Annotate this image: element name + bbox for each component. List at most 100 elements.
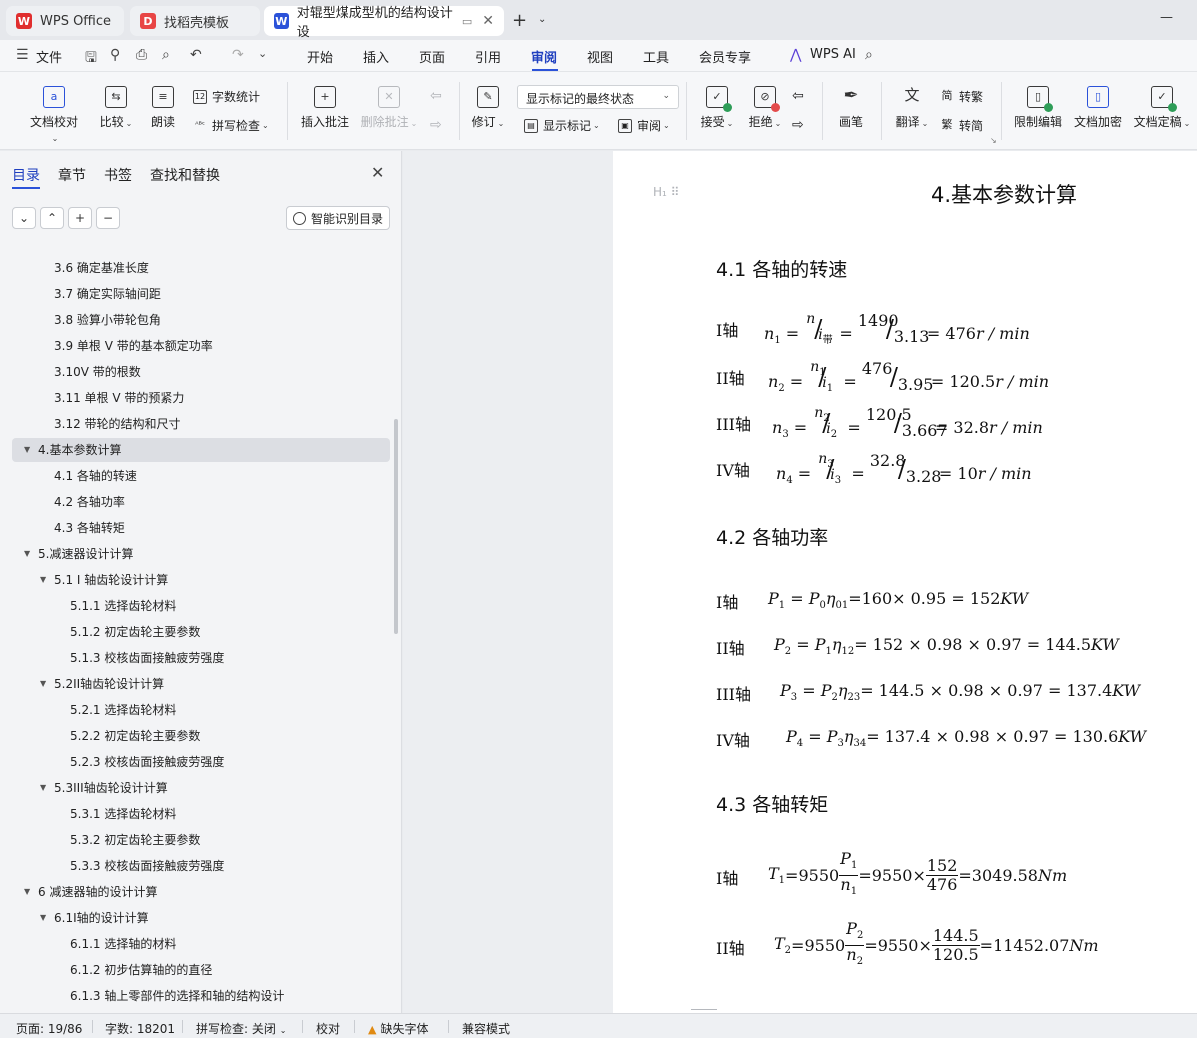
word-count-status[interactable]: 字数: 18201 xyxy=(105,1020,175,1037)
menu-wps-ai[interactable]: WPS AI xyxy=(810,47,856,62)
tab-docer-templates[interactable]: D 找稻壳模板 xyxy=(130,6,260,36)
finalize-button[interactable]: ✓ 文档定稿 ⌄ xyxy=(1132,86,1192,130)
menu-view[interactable]: 视图 xyxy=(587,47,613,66)
nav-tab-find-replace[interactable]: 查找和替换 xyxy=(150,165,220,185)
hamburger-icon[interactable]: ☰ xyxy=(16,47,29,63)
smart-toc-button[interactable]: 智能识别目录 xyxy=(286,206,390,230)
chevron-down-icon[interactable]: ⌄ xyxy=(258,47,267,60)
next-change-icon[interactable]: ⇨ xyxy=(792,117,804,133)
toc-item[interactable]: 6.1.1 选择轴的材料 xyxy=(12,932,390,956)
toc-item[interactable]: ▼ 5.1 I 轴齿轮设计计算 xyxy=(12,568,390,592)
to-traditional-button[interactable]: 简 转繁 xyxy=(940,88,984,105)
toc-item[interactable]: 5.2.2 初定齿轮主要参数 xyxy=(12,724,390,748)
print-icon[interactable]: ⎙ xyxy=(136,47,147,63)
menu-membership[interactable]: 会员专享 xyxy=(699,47,751,66)
add-heading-icon[interactable]: + xyxy=(68,207,92,229)
print-preview-icon[interactable]: ⌕ xyxy=(162,47,170,63)
nav-tab-sections[interactable]: 章节 xyxy=(58,165,86,185)
track-changes-button[interactable]: ✎ 修订 ⌄ xyxy=(470,86,506,130)
toc-item[interactable]: ▼ 4.基本参数计算 xyxy=(12,438,390,462)
menu-tools[interactable]: 工具 xyxy=(643,47,669,66)
collapse-all-icon[interactable]: ⌄ xyxy=(12,207,36,229)
toc-item[interactable]: 3.9 单根 V 带的基本额定功率 xyxy=(12,334,390,358)
spell-check-status[interactable]: 拼写检查: 关闭 ⌄ xyxy=(196,1020,286,1037)
compare-button[interactable]: ⇆ 比较 ⌄ xyxy=(98,86,134,130)
expand-arrow-icon[interactable]: ▼ xyxy=(24,438,30,462)
close-tab-icon[interactable]: ✕ xyxy=(482,13,494,29)
encrypt-button[interactable]: ▯ 文档加密 xyxy=(1072,86,1124,130)
menu-insert[interactable]: 插入 xyxy=(363,47,389,66)
doc-check-button[interactable]: a 文档校对⌄ xyxy=(28,86,80,144)
tab-current-document[interactable]: W 对辊型煤成型机的结构设计 设 ▭ ✕ xyxy=(264,6,504,40)
search-icon[interactable]: ⌕ xyxy=(865,47,873,63)
toc-item[interactable]: 3.7 确定实际轴间距 xyxy=(12,282,390,306)
share-icon[interactable]: ⚲ xyxy=(110,47,120,63)
toc-item[interactable]: 6.1.2 初步估算轴的的直径 xyxy=(12,958,390,982)
page-indicator[interactable]: 页面: 19/86 xyxy=(16,1020,82,1037)
toc-item[interactable]: 5.1.1 选择齿轮材料 xyxy=(12,594,390,618)
toc-item[interactable]: ▼ 5.3III轴齿轮设计计算 xyxy=(12,776,390,800)
chevron-down-icon[interactable]: ⌄ xyxy=(538,14,546,25)
delete-comment-button[interactable]: ✕ 删除批注 ⌄ xyxy=(360,86,418,130)
proofread-status[interactable]: 校对 xyxy=(316,1020,340,1037)
reject-button[interactable]: ⊘ 拒绝 ⌄ xyxy=(746,86,784,130)
new-tab-icon[interactable]: + xyxy=(512,10,527,31)
spell-check-button[interactable]: ᴬᴮᶜ 拼写检查 ⌄ xyxy=(193,117,269,134)
menu-home[interactable]: 开始 xyxy=(307,47,333,66)
missing-font-status[interactable]: ▲ 缺失字体 xyxy=(368,1020,428,1037)
menu-review[interactable]: 审阅 xyxy=(531,47,557,66)
toc-item[interactable]: 4.3 各轴转矩 xyxy=(12,516,390,540)
menu-references[interactable]: 引用 xyxy=(475,47,501,66)
window-mode-icon[interactable]: ▭ xyxy=(462,15,472,28)
menu-page[interactable]: 页面 xyxy=(419,47,445,66)
review-pane-button[interactable]: ▣ 审阅 ⌄ xyxy=(618,117,670,134)
toc-item[interactable]: 5.2.3 校核齿面接触疲劳强度 xyxy=(12,750,390,774)
markup-state-select[interactable]: 显示标记的最终状态 ⌄ xyxy=(517,85,679,109)
toc-item[interactable]: 5.1.3 校核齿面接触疲劳强度 xyxy=(12,646,390,670)
toc-item[interactable]: 3.10V 带的根数 xyxy=(12,360,390,384)
toc-item[interactable]: 3.12 带轮的结构和尺寸 xyxy=(12,412,390,436)
translate-button[interactable]: 文 翻译 ⌄ xyxy=(893,86,931,130)
close-icon[interactable]: ✕ xyxy=(371,163,384,182)
toc-item[interactable]: 5.2.1 选择齿轮材料 xyxy=(12,698,390,722)
redo-icon[interactable]: ↷ xyxy=(232,47,244,63)
restrict-edit-button[interactable]: ▯ 限制编辑 xyxy=(1012,86,1064,130)
expand-arrow-icon[interactable]: ▼ xyxy=(40,776,46,800)
toc-item[interactable]: 3.8 验算小带轮包角 xyxy=(12,308,390,332)
toc-item[interactable]: ▼ 6.1I轴的设计计算 xyxy=(12,906,390,930)
save-icon[interactable]: 🖫 xyxy=(85,47,97,71)
toc-item[interactable]: 4.2 各轴功率 xyxy=(12,490,390,514)
word-count-button[interactable]: 12 字数统计 xyxy=(193,88,260,105)
insert-comment-button[interactable]: + 插入批注 xyxy=(300,86,350,130)
toc-item[interactable]: 5.1.2 初定齿轮主要参数 xyxy=(12,620,390,644)
menu-file[interactable]: 文件 xyxy=(36,47,62,66)
nav-tab-toc[interactable]: 目录 xyxy=(12,165,40,185)
pen-button[interactable]: ✒ 画笔 xyxy=(836,86,866,130)
toc-item[interactable]: 3.6 确定基准长度 xyxy=(12,256,390,280)
toc-item[interactable]: 5.3.3 校核齿面接触疲劳强度 xyxy=(12,854,390,878)
read-aloud-button[interactable]: ≡ 朗读 xyxy=(148,86,178,130)
to-simplified-button[interactable]: 繁 转简 xyxy=(940,117,984,134)
prev-change-icon[interactable]: ⇦ xyxy=(792,88,804,104)
toc-item[interactable]: ▼ 6 减速器轴的设计计算 xyxy=(12,880,390,904)
minimize-icon[interactable]: — xyxy=(1160,10,1173,25)
toc-item[interactable]: ▼ 5.2II轴齿轮设计计算 xyxy=(12,672,390,696)
toc-item[interactable]: ▼ 5.减速器设计计算 xyxy=(12,542,390,566)
expand-arrow-icon[interactable]: ▼ xyxy=(40,568,46,592)
toc-item[interactable]: 3.11 单根 V 带的预紧力 xyxy=(12,386,390,410)
heading-drag-handle-icon[interactable]: H₁ ⠿ xyxy=(653,185,679,199)
expand-up-icon[interactable]: ⌃ xyxy=(40,207,64,229)
expand-arrow-icon[interactable]: ▼ xyxy=(24,542,30,566)
toc-item[interactable]: 5.3.2 初定齿轮主要参数 xyxy=(12,828,390,852)
toc-item[interactable]: 6.1.3 轴上零部件的选择和轴的结构设计 xyxy=(12,984,390,1008)
undo-icon[interactable]: ↶ xyxy=(190,47,202,63)
nav-tab-bookmarks[interactable]: 书签 xyxy=(104,165,132,185)
remove-heading-icon[interactable]: − xyxy=(96,207,120,229)
expand-arrow-icon[interactable]: ▼ xyxy=(24,880,30,904)
accept-button[interactable]: ✓ 接受 ⌄ xyxy=(698,86,736,130)
toc-item[interactable]: 4.1 各轴的转速 xyxy=(12,464,390,488)
expand-group-icon[interactable]: ↘ xyxy=(990,136,997,145)
expand-arrow-icon[interactable]: ▼ xyxy=(40,672,46,696)
tab-wps-office[interactable]: W WPS Office xyxy=(6,6,124,36)
show-markup-button[interactable]: ▤ 显示标记 ⌄ xyxy=(524,117,600,134)
